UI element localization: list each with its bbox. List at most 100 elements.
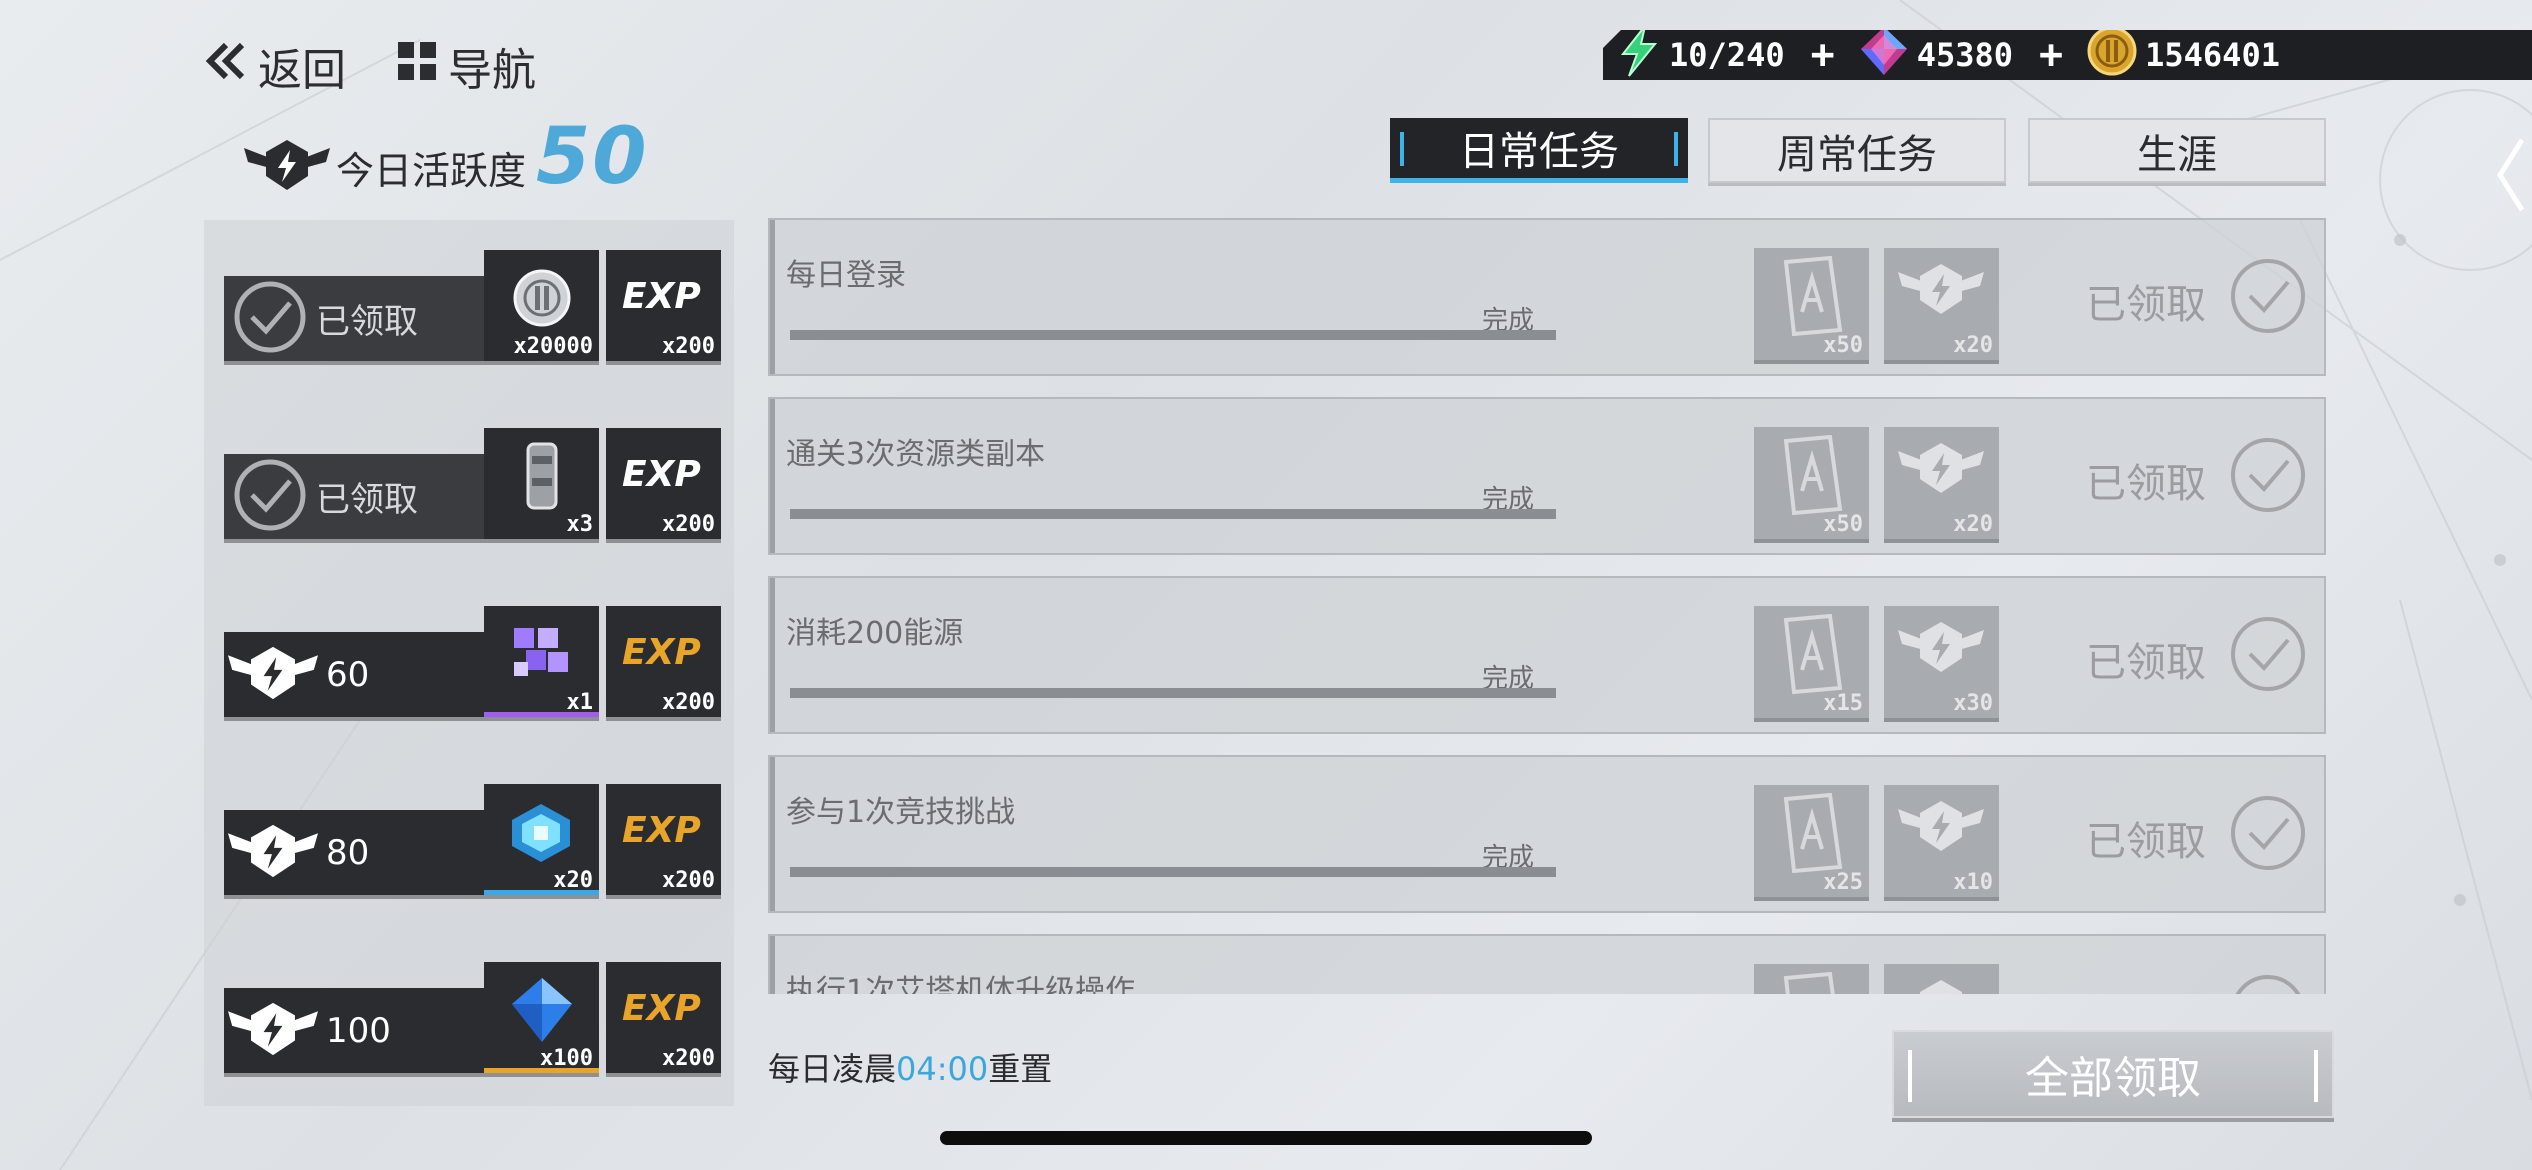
milestone-exp-reward[interactable]: EXP x200: [606, 962, 721, 1073]
milestone-status-bar: 已领取: [224, 454, 484, 539]
milestone-item-reward[interactable]: x100: [484, 962, 599, 1073]
exp-count: x200: [662, 1046, 715, 1071]
task-claimed-label: 已领取: [2086, 640, 2206, 686]
task-reward-item[interactable]: x50: [1754, 248, 1869, 360]
milestone-exp-reward[interactable]: EXP x200: [606, 250, 721, 361]
milestone-row[interactable]: 已领取 x20000 EXP x200: [224, 220, 724, 361]
task-name: 执行1次艾塔机体升级操作: [786, 974, 1136, 994]
activity-emblem-icon: [1898, 620, 1984, 678]
check-circle-icon: [232, 279, 308, 359]
reward-count: x50: [1823, 512, 1863, 537]
activity-emblem-icon: [244, 138, 330, 196]
exp-count: x200: [662, 334, 715, 359]
item-count: x20000: [513, 334, 593, 359]
home-indicator[interactable]: [940, 1131, 1592, 1145]
milestone-item-reward[interactable]: x20: [484, 784, 599, 895]
task-progress-bar: [790, 509, 1556, 519]
exp-label: EXP: [622, 632, 701, 673]
document-card-icon: [1776, 613, 1848, 698]
milestone-exp-reward[interactable]: EXP x200: [606, 606, 721, 717]
rarity-bar: [484, 890, 599, 895]
milestone-row[interactable]: 已领取 x3 EXP x200: [224, 398, 724, 539]
crystal-gem-icon: [1859, 30, 1909, 80]
task-row[interactable]: 每日登录 完成 x50 x20 已领取: [768, 218, 2326, 376]
purple-cubes-icon: [508, 622, 574, 692]
milestone-row[interactable]: 60 x1 EXP x200: [224, 576, 724, 717]
gold-coin-icon: [2087, 30, 2137, 80]
tab-career[interactable]: 生涯: [2028, 118, 2326, 183]
milestone-threshold: 60: [326, 654, 370, 695]
energy-resource: 10/240 +: [1617, 30, 1835, 80]
task-progress-bar: [790, 330, 1556, 340]
task-name: 通关3次资源类副本: [786, 437, 1046, 472]
task-reward-item[interactable]: x25: [1754, 785, 1869, 897]
task-reward-activity[interactable]: x20: [1884, 248, 1999, 360]
exp-label: EXP: [622, 454, 701, 495]
reward-count: x30: [1953, 691, 1993, 716]
reset-time: 04:00: [896, 1050, 989, 1088]
reward-count: x10: [1953, 870, 1993, 895]
task-row[interactable]: 执行1次艾塔机体升级操作: [768, 934, 2326, 994]
exp-label: EXP: [622, 276, 701, 317]
tab-daily[interactable]: 日常任务: [1390, 118, 1688, 183]
check-circle-icon: [2228, 793, 2308, 877]
task-progress-bar: [790, 688, 1556, 698]
blue-crystal-icon: [508, 974, 576, 1050]
task-reward-activity[interactable]: x10: [1884, 785, 1999, 897]
resource-bar: 10/240 + 45380 + 1546401: [1603, 30, 2532, 80]
task-reward-activity[interactable]: x20: [1884, 427, 1999, 539]
coin-value: 1546401: [2145, 36, 2280, 74]
task-row[interactable]: 通关3次资源类副本 完成 x50 x20 已领取: [768, 397, 2326, 555]
chevron-left-icon[interactable]: [2482, 120, 2532, 230]
claim-all-button[interactable]: 全部领取: [1892, 1030, 2334, 1118]
back-label: 返回: [258, 45, 346, 96]
blue-chip-icon: [508, 800, 574, 870]
task-row[interactable]: 参与1次竞技挑战 完成 x25 x10 已领取: [768, 755, 2326, 913]
milestone-exp-reward[interactable]: EXP x200: [606, 428, 721, 539]
milestone-item-reward[interactable]: x1: [484, 606, 599, 717]
exp-label: EXP: [622, 810, 701, 851]
check-circle-icon: [232, 457, 308, 537]
task-reward-item[interactable]: x15: [1754, 606, 1869, 718]
tab-weekly[interactable]: 周常任务: [1708, 118, 2006, 183]
milestone-exp-reward[interactable]: EXP x200: [606, 784, 721, 895]
add-crystal-button[interactable]: +: [2039, 32, 2063, 78]
task-reward-activity[interactable]: x30: [1884, 606, 1999, 718]
back-button[interactable]: 返回: [204, 36, 346, 96]
crystal-value: 45380: [1916, 36, 2014, 74]
milestone-row[interactable]: 80 x20 EXP x200: [224, 754, 724, 895]
task-claimed-label: 已领取: [2086, 282, 2206, 328]
document-card-icon: [1776, 971, 1848, 994]
lightning-energy-icon: [1617, 30, 1661, 80]
activity-label: 今日活跃度: [336, 149, 527, 193]
milestone-status-bar: 100: [224, 988, 484, 1073]
add-energy-button[interactable]: +: [1811, 32, 1835, 78]
activity-emblem-icon: [228, 822, 318, 884]
task-reward-activity[interactable]: [1884, 964, 1999, 994]
activity-value: 50: [536, 112, 649, 202]
activity-emblem-icon: [1898, 978, 1984, 994]
task-reward-item[interactable]: [1754, 964, 1869, 994]
activity-emblem-icon: [228, 644, 318, 706]
reset-notice: 每日凌晨04:00重置: [768, 1044, 1052, 1090]
exp-count: x200: [662, 512, 715, 537]
cylinder-part-icon: [520, 438, 564, 522]
rarity-bar: [484, 1068, 599, 1073]
reward-count: x25: [1823, 870, 1863, 895]
grid-menu-icon: [396, 40, 438, 93]
milestone-row[interactable]: 100 x100 EXP x200: [224, 932, 724, 1073]
guide-button[interactable]: 导航: [396, 36, 536, 96]
reward-count: x50: [1823, 333, 1863, 358]
milestone-status-bar: 60: [224, 632, 484, 717]
check-circle-icon: [2228, 614, 2308, 698]
task-name: 每日登录: [786, 258, 906, 293]
task-name: 参与1次竞技挑战: [786, 795, 1016, 830]
reward-count: x20: [1953, 512, 1993, 537]
daily-task-list[interactable]: 每日登录 完成 x50 x20 已领取 通关3次资源类副本 完成 x50 x20…: [768, 218, 2328, 994]
coin-token-icon: [512, 268, 572, 332]
task-row[interactable]: 消耗200能源 完成 x15 x30 已领取: [768, 576, 2326, 734]
milestone-item-reward[interactable]: x20000: [484, 250, 599, 361]
milestone-item-reward[interactable]: x3: [484, 428, 599, 539]
check-circle-icon: [2228, 972, 2308, 994]
task-reward-item[interactable]: x50: [1754, 427, 1869, 539]
